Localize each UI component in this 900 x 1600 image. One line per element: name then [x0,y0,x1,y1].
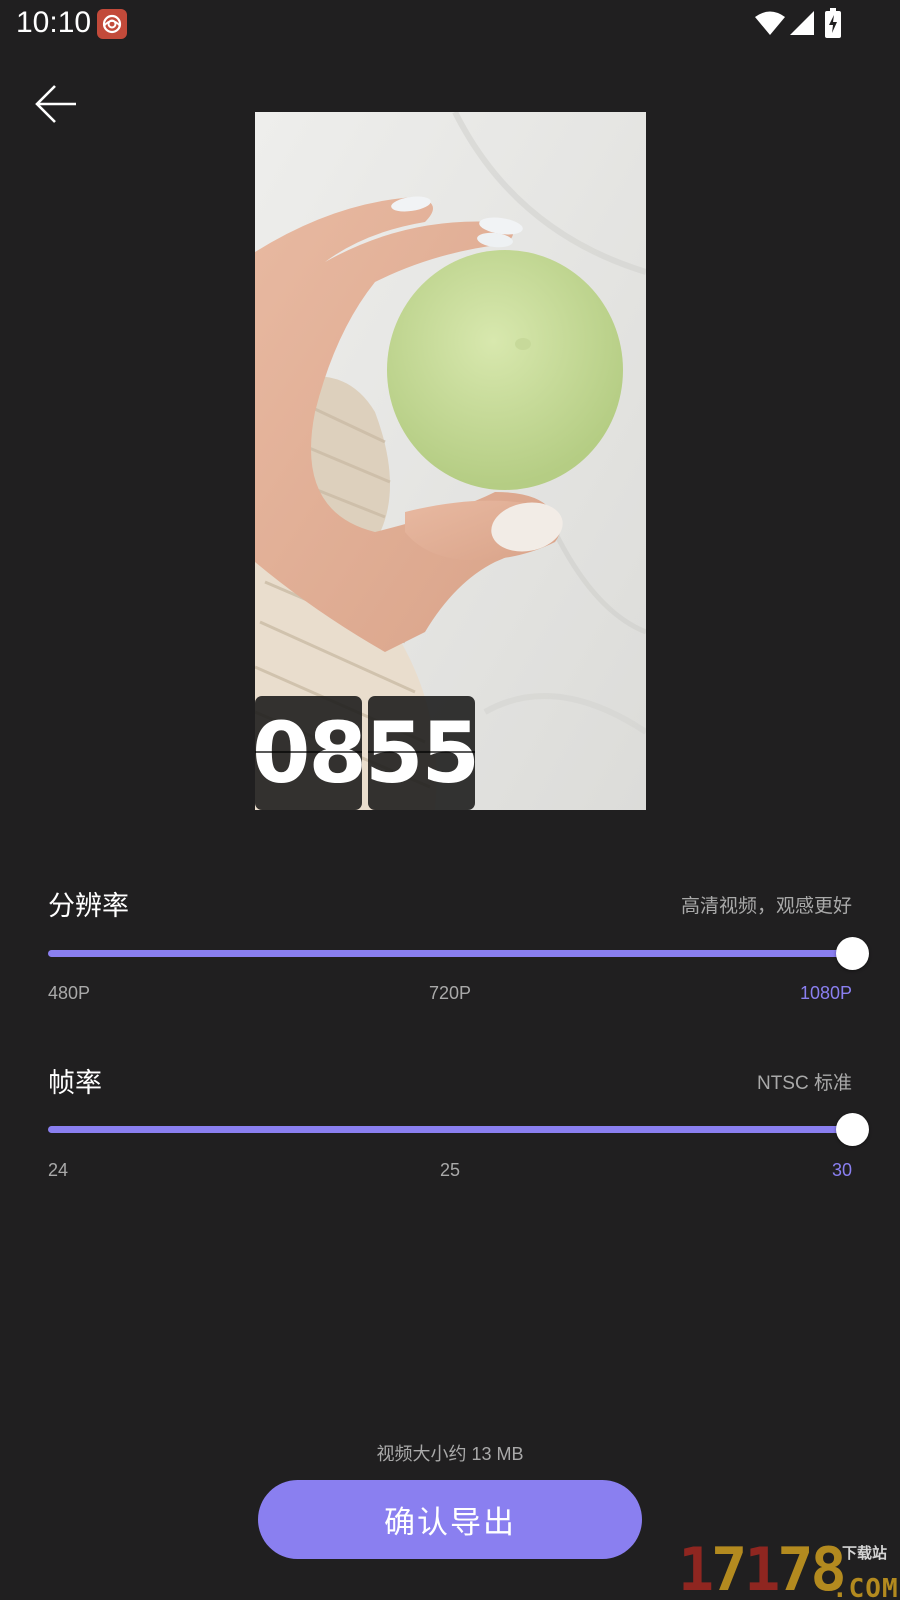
arrow-left-icon [35,85,76,123]
watermark-sub: 下载站 [842,1545,888,1562]
signal-icon [789,10,815,41]
frame-rate-slider-track [48,1126,852,1133]
watermark-number: 17178 [678,1535,847,1600]
resolution-title: 分辨率 [48,891,129,921]
frame-rate-option-25[interactable]: 25 [440,1160,460,1181]
frame-rate-option-30[interactable]: 30 [832,1160,852,1181]
status-time: 10:10 [16,6,92,39]
status-bar: 10:10 [0,0,900,48]
app-notification-icon [97,9,127,39]
resolution-slider-thumb[interactable] [836,937,869,970]
resolution-hint: 高清视频，观感更好 [680,896,852,917]
site-watermark: 17178 下载站 .COM [678,1540,900,1600]
clock-minutes: 55 [365,696,480,810]
resolution-slider-track [48,950,852,957]
frame-rate-option-24[interactable]: 24 [48,1160,68,1181]
watermark-com: .COM [832,1574,899,1600]
wifi-icon [754,10,786,41]
resolution-slider[interactable] [48,934,869,974]
back-button[interactable] [28,80,84,128]
frame-rate-slider[interactable] [48,1110,869,1150]
resolution-option-480p[interactable]: 480P [48,983,90,1004]
video-size-info: 视频大小约 13 MB [376,1444,524,1464]
frame-rate-hint: NTSC 标准 [756,1073,852,1094]
frame-rate-slider-thumb[interactable] [836,1113,869,1146]
battery-charging-icon [825,8,841,43]
resolution-option-720p[interactable]: 720P [429,983,471,1004]
video-preview[interactable]: 08 55 [255,112,646,810]
confirm-export-button[interactable]: 确认导出 [258,1480,642,1559]
clock-hours: 08 [255,696,367,810]
resolution-option-1080p[interactable]: 1080P [800,983,852,1004]
flip-clock-overlay: 08 55 [255,696,480,810]
frame-rate-title: 帧率 [48,1068,102,1098]
